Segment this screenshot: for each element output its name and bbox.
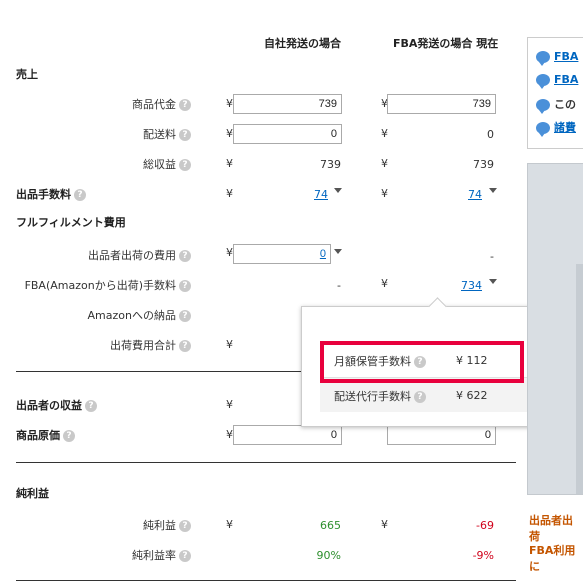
- yen-sign: ¥: [226, 398, 233, 411]
- speech-bubble-icon: [536, 99, 550, 114]
- help-icon[interactable]: ?: [85, 400, 97, 412]
- seller-ship-fba-value: -: [490, 250, 494, 263]
- sidebar-links-box: FBA FBA この 諸費: [527, 37, 583, 149]
- cost-own-input[interactable]: 0: [233, 425, 342, 445]
- yen-sign: ¥: [381, 277, 388, 290]
- yen-sign: ¥: [226, 518, 233, 531]
- row-seller-income-label: 出品者の収益?: [16, 397, 97, 413]
- cost-fba-input[interactable]: 0: [387, 425, 496, 445]
- yen-sign: ¥: [226, 338, 233, 351]
- fba-fee-fba-link[interactable]: 734: [461, 279, 482, 292]
- net-margin-own-value: 90%: [316, 549, 341, 562]
- sidebar-note: 出品者出荷: [529, 514, 573, 543]
- row-seller-ship-label: 出品者出荷の費用?: [88, 247, 191, 263]
- yen-sign: ¥: [226, 97, 233, 110]
- sidebar-link[interactable]: 諸費: [536, 119, 576, 137]
- yen-sign: ¥: [226, 157, 233, 170]
- help-icon[interactable]: ?: [179, 550, 191, 562]
- caret-down-icon[interactable]: [489, 279, 497, 284]
- help-icon[interactable]: ?: [179, 520, 191, 532]
- yen-sign: ¥: [226, 187, 233, 200]
- sidebar-link[interactable]: FBA: [536, 73, 578, 89]
- delivery-agent-label: 配送代行手数料?: [334, 388, 426, 404]
- item-price-fba-input[interactable]: 739: [387, 94, 496, 114]
- help-icon[interactable]: ?: [179, 250, 191, 262]
- sidebar-panel: [527, 163, 583, 495]
- net-margin-fba-value: -9%: [472, 549, 494, 562]
- yen-sign: ¥: [226, 428, 233, 441]
- help-icon[interactable]: ?: [179, 129, 191, 141]
- caret-down-icon[interactable]: [334, 249, 342, 254]
- help-icon[interactable]: ?: [179, 99, 191, 111]
- sidebar-note: FBA利用に: [529, 544, 576, 573]
- seller-ship-own-input[interactable]: 0: [233, 244, 331, 264]
- row-selling-fee-label: 出品手数料?: [16, 186, 86, 202]
- shipping-fba-value: 0: [487, 128, 494, 141]
- divider: [16, 580, 516, 581]
- yen-sign: ¥: [381, 157, 388, 170]
- yen-sign: ¥: [226, 246, 233, 259]
- yen-sign: ¥: [381, 187, 388, 200]
- row-net-profit-label: 純利益?: [143, 517, 191, 533]
- delivery-agent-value: ¥ 622: [456, 389, 488, 402]
- row-ship-total-label: 出荷費用合計?: [110, 337, 191, 353]
- yen-sign: ¥: [381, 127, 388, 140]
- speech-bubble-icon: [536, 51, 550, 66]
- col-own-header: 自社発送の場合: [264, 37, 341, 50]
- item-price-own-input[interactable]: 739: [233, 94, 342, 114]
- sidebar-link[interactable]: FBA: [536, 50, 578, 66]
- section-sales: 売上: [16, 68, 38, 81]
- caret-down-icon[interactable]: [334, 188, 342, 193]
- selling-fee-own-link[interactable]: 74: [314, 188, 328, 201]
- net-profit-fba-value: -69: [476, 519, 494, 532]
- yen-sign: ¥: [226, 127, 233, 140]
- section-net: 純利益: [16, 487, 49, 500]
- highlight-box: [320, 341, 524, 383]
- yen-sign: ¥: [381, 518, 388, 531]
- row-fba-fee-label: FBA(Amazonから出荷)手数料?: [25, 277, 191, 293]
- sidebar-link[interactable]: この: [536, 96, 576, 114]
- help-icon[interactable]: ?: [179, 159, 191, 171]
- row-net-margin-label: 純利益率?: [132, 547, 191, 563]
- divider: [16, 462, 516, 463]
- row-amazon-delivery-label: Amazonへの納品?: [88, 307, 191, 323]
- shipping-own-input[interactable]: 0: [233, 124, 342, 144]
- net-profit-own-value: 665: [320, 519, 341, 532]
- row-cost-label: 商品原価?: [16, 427, 75, 443]
- help-icon[interactable]: ?: [63, 430, 75, 442]
- speech-bubble-icon: [536, 122, 550, 137]
- sidebar-inner-panel: [576, 264, 583, 494]
- help-icon[interactable]: ?: [179, 340, 191, 352]
- section-fulfillment: フルフィルメント費用: [16, 216, 126, 229]
- help-icon[interactable]: ?: [414, 391, 426, 403]
- col-fba-header: FBA発送の場合 現在: [393, 37, 499, 50]
- total-revenue-own-value: 739: [320, 158, 341, 171]
- help-icon[interactable]: ?: [179, 310, 191, 322]
- popup-row: 配送代行手数料? ¥ 622: [320, 378, 558, 412]
- row-shipping-label: 配送料?: [143, 126, 191, 142]
- help-icon[interactable]: ?: [74, 189, 86, 201]
- fba-fee-own-value: -: [337, 279, 341, 292]
- popup-pointer: [428, 297, 447, 316]
- caret-down-icon[interactable]: [489, 188, 497, 193]
- total-revenue-fba-value: 739: [473, 158, 494, 171]
- row-total-revenue-label: 総収益?: [143, 156, 191, 172]
- speech-bubble-icon: [536, 74, 550, 89]
- row-item-price-label: 商品代金?: [132, 96, 191, 112]
- selling-fee-fba-link[interactable]: 74: [468, 188, 482, 201]
- help-icon[interactable]: ?: [179, 280, 191, 292]
